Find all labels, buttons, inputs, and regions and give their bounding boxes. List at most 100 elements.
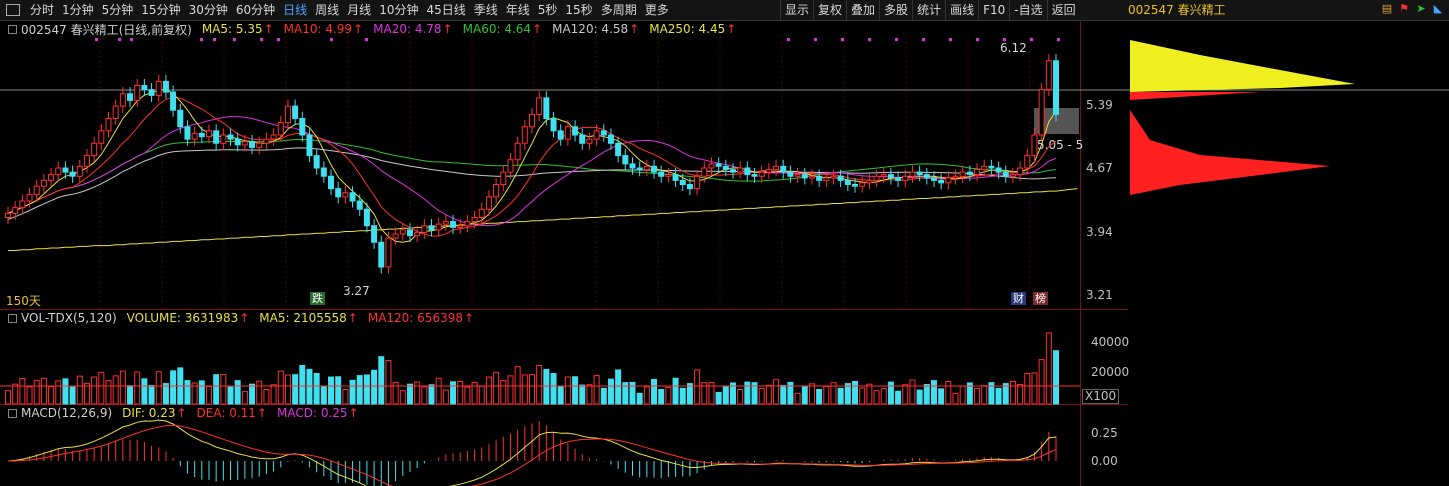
volume-bar	[306, 368, 313, 405]
candle-body	[249, 141, 256, 148]
candle-body	[428, 225, 435, 231]
volume-bar	[399, 390, 406, 405]
volume-bar	[241, 391, 248, 405]
candle-body	[866, 179, 873, 184]
volume-bar	[385, 359, 392, 405]
volume-bar	[866, 383, 873, 405]
volume-bar	[722, 386, 729, 405]
candle-body	[737, 167, 744, 173]
volume-bar	[895, 390, 902, 405]
candle-body	[392, 233, 399, 239]
volume-bar	[227, 386, 234, 405]
candle-body	[837, 175, 844, 181]
volume-bar	[514, 366, 521, 405]
candle-body	[629, 163, 636, 169]
volume-bar	[356, 375, 363, 405]
candle-body	[342, 192, 349, 198]
signal-marker	[330, 38, 333, 41]
candle-body	[665, 174, 672, 177]
volume-bar	[256, 380, 263, 405]
candle-body	[816, 175, 823, 181]
signal-marker	[233, 38, 236, 41]
volume-bar	[1031, 372, 1038, 405]
volume-bar	[292, 374, 299, 405]
candle-body	[414, 231, 421, 237]
candle-body	[873, 175, 880, 181]
profile-upper	[1130, 40, 1355, 92]
volume-bar	[414, 381, 421, 405]
candle-body	[722, 165, 729, 171]
candle-body	[320, 167, 327, 177]
volume-bar	[205, 386, 212, 405]
volume-bar	[557, 385, 564, 405]
candle-body	[493, 184, 500, 198]
candle-body	[787, 171, 794, 177]
candle-body	[234, 138, 241, 146]
candle-body	[1009, 174, 1016, 177]
volume-bar	[995, 387, 1002, 405]
volume-bar	[981, 385, 988, 405]
candle-body	[83, 155, 90, 167]
volume-bar	[500, 380, 507, 405]
candle-body	[457, 225, 464, 228]
candle-body	[694, 175, 701, 190]
candle-body	[141, 85, 148, 91]
signal-marker	[787, 38, 790, 41]
candle-body	[478, 208, 485, 218]
volume-bar	[134, 371, 141, 405]
candle-body	[399, 229, 406, 235]
candle-body	[701, 167, 708, 177]
candle-body	[686, 184, 693, 190]
volume-bar	[342, 388, 349, 405]
candle-body	[76, 165, 83, 177]
volume-bar	[923, 383, 930, 405]
volume-bar	[83, 383, 90, 405]
candle-body	[450, 221, 457, 228]
volume-bar	[435, 377, 442, 405]
kline-chart[interactable]	[0, 0, 1449, 486]
volume-bar	[198, 380, 205, 405]
candle-body	[974, 169, 981, 176]
volume-bar	[112, 375, 119, 405]
volume-bar	[213, 374, 220, 405]
ma60-line	[7, 138, 1057, 214]
candle-body	[909, 171, 916, 177]
candle-body	[1045, 60, 1052, 91]
candle-body	[378, 241, 385, 268]
candle-body	[830, 175, 837, 179]
volume-bar	[421, 386, 428, 405]
candle-body	[715, 163, 722, 167]
volume-bar	[127, 385, 134, 405]
candle-body	[823, 177, 830, 181]
signal-marker	[814, 38, 817, 41]
volume-bar	[823, 386, 830, 405]
candle-body	[69, 171, 76, 177]
volume-bar	[155, 371, 162, 405]
candle-body	[859, 182, 866, 187]
candle-body	[421, 225, 428, 233]
volume-bar	[184, 380, 191, 405]
candle-body	[227, 134, 234, 140]
signal-marker	[1057, 38, 1060, 41]
candle-body	[572, 126, 579, 136]
candle-body	[995, 167, 1002, 173]
volume-bar	[284, 374, 291, 405]
signal-marker	[277, 38, 280, 41]
volume-bar	[737, 388, 744, 405]
candle-body	[500, 171, 507, 185]
volume-bar	[450, 381, 457, 405]
volume-bar	[313, 373, 320, 405]
volume-bar	[780, 384, 787, 405]
candle-body	[119, 93, 126, 107]
candle-body	[12, 207, 19, 214]
volume-bar	[12, 383, 19, 405]
volume-bar	[349, 379, 356, 405]
candle-body	[708, 163, 715, 169]
volume-bar	[148, 384, 155, 405]
volume-bar	[859, 387, 866, 405]
volume-bar	[765, 384, 772, 405]
candle-body	[328, 175, 335, 190]
candle-body	[615, 142, 622, 157]
signal-marker	[1003, 38, 1006, 41]
candle-body	[564, 126, 571, 140]
